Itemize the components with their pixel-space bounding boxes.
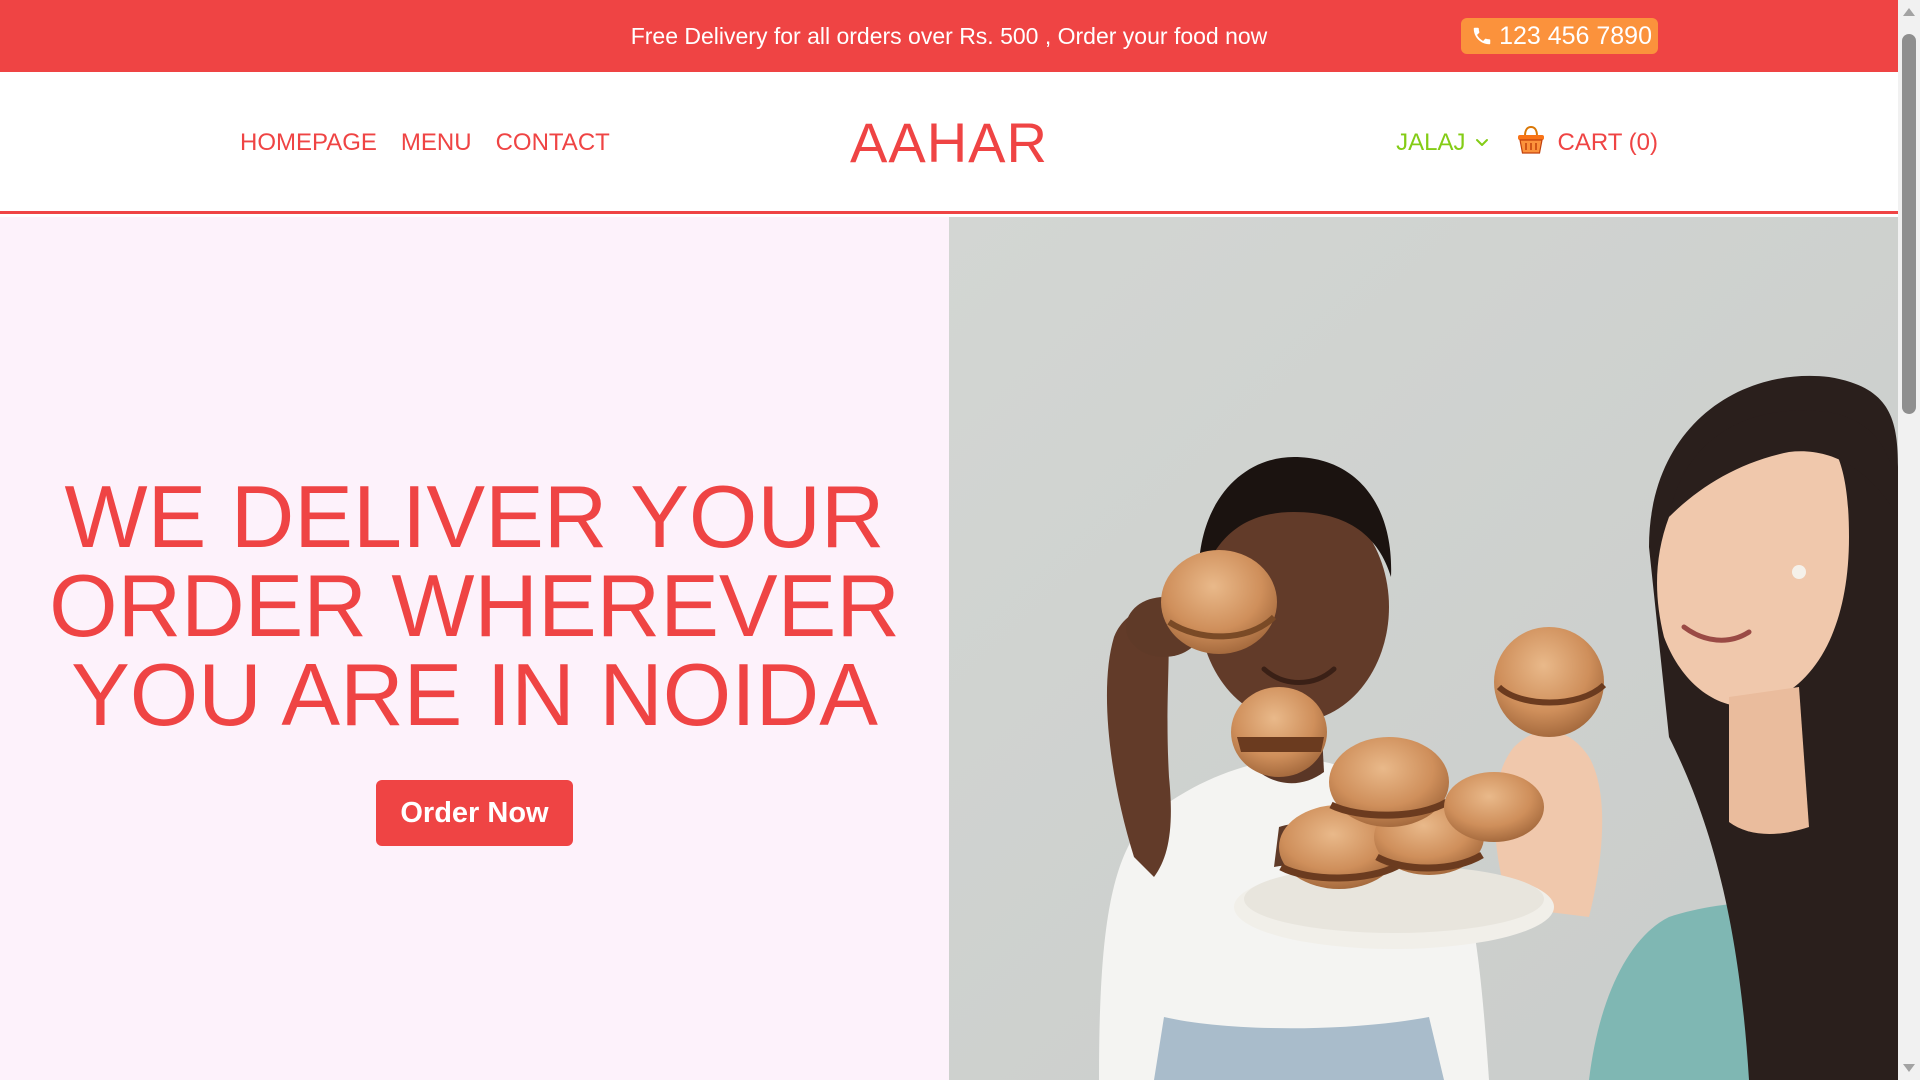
phone-button[interactable]: 123 456 7890 (1461, 18, 1658, 54)
vertical-scrollbar[interactable] (1898, 0, 1920, 1080)
phone-number: 123 456 7890 (1499, 21, 1652, 50)
basket-icon (1516, 124, 1546, 163)
scroll-thumb[interactable] (1902, 34, 1916, 414)
chevron-down-icon (1474, 129, 1490, 157)
order-now-button[interactable]: Order Now (376, 780, 573, 846)
nav-link-homepage[interactable]: HOMEPAGE (240, 129, 377, 157)
navbar: HOMEPAGE MENU CONTACT AAHAR JALAJ CART (… (0, 72, 1898, 214)
hero-title-line-1: WE DELIVER YOUR (64, 467, 885, 566)
hero-text-panel: WE DELIVER YOUR ORDER WHEREVER YOU ARE I… (0, 217, 949, 1080)
phone-icon (1471, 25, 1493, 47)
scroll-up-icon[interactable] (1903, 8, 1915, 16)
user-name: JALAJ (1396, 129, 1466, 156)
hero-title: WE DELIVER YOUR ORDER WHEREVER YOU ARE I… (0, 472, 949, 739)
nav-right: JALAJ CART (0) (1396, 72, 1658, 214)
page: Free Delivery for all orders over Rs. 50… (0, 0, 1920, 1080)
nav-link-menu[interactable]: MENU (401, 129, 472, 157)
cart-link[interactable]: CART (0) (1516, 124, 1658, 163)
hero-title-line-2: ORDER WHEREVER (49, 556, 900, 655)
cart-label: CART (0) (1557, 129, 1658, 156)
nav-link-contact[interactable]: CONTACT (496, 129, 610, 157)
nav-links: HOMEPAGE MENU CONTACT (240, 72, 610, 214)
hero-title-line-3: YOU ARE IN NOIDA (71, 645, 878, 744)
hero-photo-illustration (949, 217, 1898, 1080)
announcement-bar: Free Delivery for all orders over Rs. 50… (0, 0, 1898, 72)
hero-photo (949, 217, 1898, 1080)
user-menu[interactable]: JALAJ (1396, 129, 1489, 157)
scroll-down-icon[interactable] (1903, 1064, 1915, 1072)
